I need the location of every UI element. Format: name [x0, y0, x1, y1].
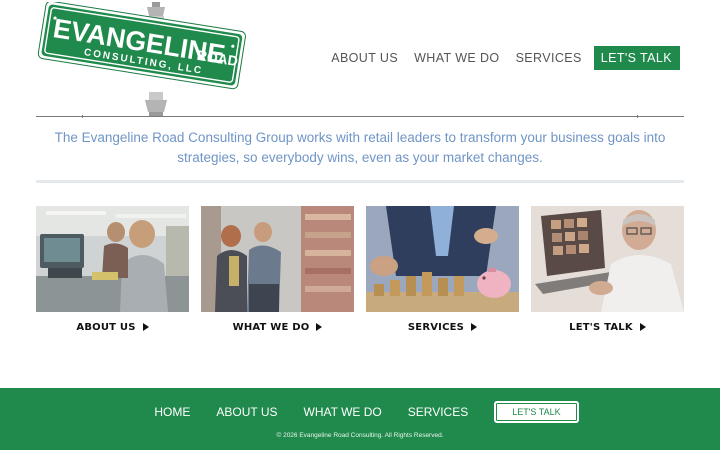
- site-footer: HOME ABOUT US WHAT WE DO SERVICES LET'S …: [0, 388, 720, 450]
- caret-right-icon: [316, 322, 323, 331]
- checkout-counter-photo: [36, 206, 189, 312]
- caret-right-icon: [639, 322, 646, 331]
- card-about-us-link[interactable]: ABOUT US: [36, 322, 189, 333]
- logo[interactable]: EVANGELINE ROAD CONSULTING, LLC: [36, 2, 246, 116]
- card-lets-talk-image[interactable]: [531, 206, 684, 312]
- card-what-we-do-link[interactable]: WHAT WE DO: [201, 322, 354, 333]
- card-about-us-image[interactable]: [36, 206, 189, 312]
- card-what-we-do: WHAT WE DO: [201, 206, 354, 333]
- street-sign-logo: EVANGELINE ROAD CONSULTING, LLC: [37, 2, 246, 116]
- footer-nav-home[interactable]: HOME: [154, 405, 190, 419]
- card-services: SERVICES: [366, 206, 519, 333]
- footer-nav: HOME ABOUT US WHAT WE DO SERVICES LET'S …: [0, 401, 720, 423]
- card-lets-talk-link[interactable]: LET'S TALK: [531, 322, 684, 333]
- card-services-image[interactable]: [366, 206, 519, 312]
- card-what-we-do-image[interactable]: [201, 206, 354, 312]
- nav-services[interactable]: SERVICES: [516, 51, 582, 65]
- intro-divider: [36, 180, 684, 183]
- footer-nav-about-us[interactable]: ABOUT US: [216, 405, 277, 419]
- card-lets-talk-label: LET'S TALK: [569, 322, 633, 333]
- video-call-laptop-photo: [531, 206, 684, 312]
- footer-lets-talk-button[interactable]: LET'S TALK: [494, 401, 579, 423]
- feature-cards: ABOUT US WHAT WE DO SERVICES LET'S TALK: [36, 206, 684, 336]
- main-nav: ABOUT US WHAT WE DO SERVICES LET'S TALK: [315, 46, 680, 70]
- store-aisle-photo: [201, 206, 354, 312]
- card-about-us-label: ABOUT US: [76, 322, 136, 333]
- header-divider: [36, 115, 684, 118]
- copyright-text: © 2026 Evangeline Road Consulting. All R…: [276, 432, 444, 439]
- nav-what-we-do[interactable]: WHAT WE DO: [414, 51, 499, 65]
- intro-text: The Evangeline Road Consulting Group wor…: [54, 130, 666, 165]
- caret-right-icon: [142, 322, 149, 331]
- nav-about-us[interactable]: ABOUT US: [331, 51, 398, 65]
- card-lets-talk: LET'S TALK: [531, 206, 684, 333]
- card-what-we-do-label: WHAT WE DO: [232, 322, 310, 333]
- nav-lets-talk-button[interactable]: LET'S TALK: [593, 46, 680, 70]
- caret-right-icon: [471, 322, 478, 331]
- coins-piggy-bank-photo: [366, 206, 519, 312]
- card-about-us: ABOUT US: [36, 206, 189, 333]
- footer-nav-what-we-do[interactable]: WHAT WE DO: [304, 405, 382, 419]
- card-services-link[interactable]: SERVICES: [366, 322, 519, 333]
- footer-nav-services[interactable]: SERVICES: [408, 405, 468, 419]
- card-services-label: SERVICES: [407, 322, 465, 333]
